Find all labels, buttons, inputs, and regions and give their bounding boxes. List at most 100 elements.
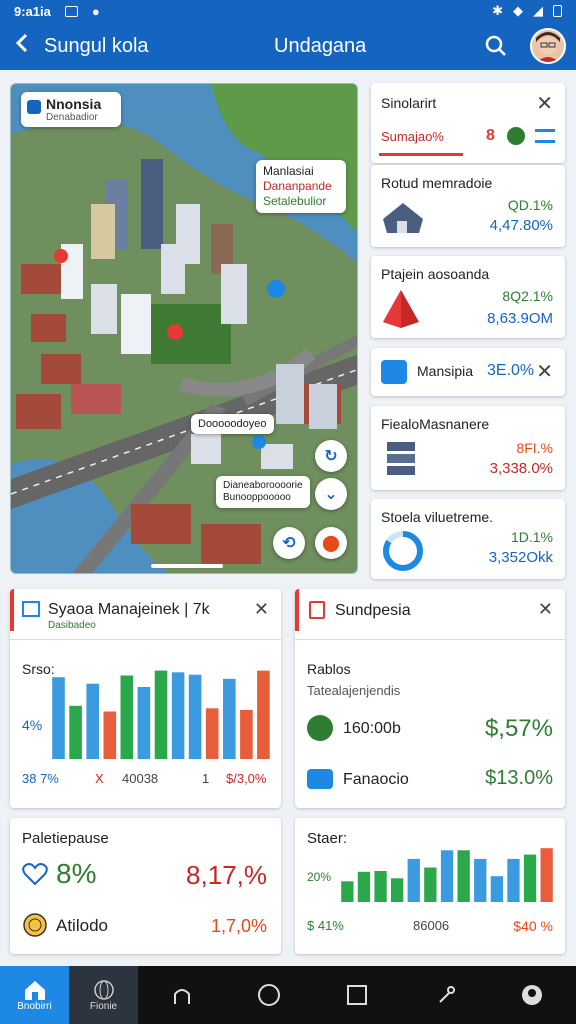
chevron-down-icon: ⌄	[324, 486, 338, 503]
wallet-icon	[307, 769, 333, 789]
chart-bar	[137, 687, 151, 759]
stat-card-2[interactable]: Ptajein aosoanda 8Q2.1% 8,63.9OM	[371, 256, 565, 338]
location-badge-icon	[381, 360, 407, 384]
status-bar: 9:a1ia ● ✱ ◆ ◢	[0, 0, 576, 22]
close-icon[interactable]: ✕	[536, 91, 553, 116]
chart-bar	[523, 854, 537, 902]
close-icon[interactable]: ✕	[538, 599, 553, 620]
circle-icon	[258, 984, 281, 1006]
close-icon[interactable]: ✕	[536, 359, 553, 384]
chart-bar	[391, 878, 404, 902]
nav-profile[interactable]	[488, 966, 576, 1024]
panel-icon	[22, 601, 40, 617]
map-rotate-button[interactable]: ⟲	[273, 527, 305, 559]
donut-chart-icon	[383, 531, 423, 571]
summary-card: Sinolarirt ✕ Sumajao% 8	[371, 83, 565, 163]
tab-underline	[379, 153, 463, 156]
page-subtitle: Undagana	[274, 34, 367, 57]
chart-bar	[374, 871, 387, 902]
pyramid-icon	[383, 290, 419, 328]
palette-panel: Paletiepause 8% 8,17,% Atilodo 1,7,0%	[10, 818, 281, 954]
city-map[interactable]: Nnonsia Denabadior Manlasiai Dananpande …	[10, 83, 358, 574]
map-callout[interactable]: Manlasiai Dananpande Setalebulior	[256, 160, 346, 213]
chart-bar	[457, 850, 470, 902]
sundpesia-panel: Sundpesia ✕ Rablos Tatealajenjendis 160:…	[295, 589, 565, 808]
square-icon	[346, 985, 367, 1005]
wifi-icon: ◆	[513, 3, 523, 18]
chevron-left-icon	[15, 33, 28, 53]
chart-bar	[223, 678, 236, 759]
recents-button[interactable]	[313, 966, 401, 1024]
chart-bar	[103, 711, 117, 759]
profile-icon	[522, 985, 543, 1005]
map-direction-button[interactable]: ⌄	[315, 478, 347, 510]
close-icon[interactable]: ✕	[254, 599, 269, 620]
stat-card-3[interactable]: Mansipia 3E.0% ✕	[371, 348, 565, 396]
chart-bar	[474, 858, 487, 902]
panel-title: Paletiepause	[22, 830, 109, 847]
signal-icon: ◢	[533, 3, 543, 18]
home-system-button[interactable]	[226, 966, 314, 1024]
map-place-label[interactable]: Dooooodoyeo	[191, 414, 274, 434]
menu-icon[interactable]	[535, 129, 555, 143]
battery-icon	[553, 5, 562, 17]
chart-bar	[52, 677, 65, 759]
bar-chart-right	[341, 848, 553, 902]
chart-bar	[440, 850, 454, 902]
location-icon: ●	[91, 3, 100, 19]
bookmark-icon	[309, 601, 325, 619]
stat-card-5[interactable]: Stoela viluetreme. 1D.1% 3,352Okk	[371, 499, 565, 579]
chart-bar	[257, 670, 270, 759]
nav-globe[interactable]: Fionie	[69, 966, 138, 1024]
alert-icon[interactable]: 8	[486, 127, 495, 145]
panel-title: Syaoa Manajeinek | 7k	[48, 601, 210, 618]
layers-icon: ⬤	[322, 535, 340, 552]
nav-arch[interactable]	[138, 966, 226, 1024]
home-icon	[24, 980, 45, 1000]
map-layers-button[interactable]: ⬤	[315, 527, 347, 559]
pin-icon	[438, 986, 455, 1003]
shield-icon	[27, 100, 41, 114]
panel-title: Sundpesia	[335, 602, 411, 619]
coin-icon	[23, 913, 47, 937]
heart-icon	[22, 863, 48, 886]
stat-card-4[interactable]: FiealoMasnanere 8FI.% 3,338.0%	[371, 406, 565, 490]
map-refresh-button[interactable]: ↻	[315, 440, 347, 472]
chart-bar	[240, 709, 253, 759]
status-icon[interactable]	[507, 127, 525, 145]
panel-title: Staer:	[307, 830, 348, 847]
map-place-label-lower[interactable]: Dianeaboroooorie Bunooppooooo	[216, 476, 310, 508]
back-button[interactable]	[0, 32, 44, 60]
clock: 9:a1ia	[14, 3, 51, 19]
bottom-nav: Bnobirri Fionie	[0, 966, 576, 1024]
chart-bar	[540, 848, 553, 902]
chart-bar	[357, 871, 371, 902]
chart-bar	[120, 675, 134, 759]
chart-bar	[205, 708, 219, 759]
stat-card-1[interactable]: Rotud memradoie QD.1% 4,47.80%	[371, 165, 565, 247]
arch-icon	[173, 989, 190, 1004]
app-bar: Sungul kola Undagana	[0, 22, 576, 70]
bar-chart-left	[52, 670, 270, 759]
server-stack-icon	[387, 442, 415, 475]
page-title: Sungul kola	[44, 34, 149, 57]
tab-summary[interactable]: Sumajao%	[381, 129, 444, 144]
notification-icon	[64, 5, 78, 17]
chart-bar	[171, 672, 185, 759]
search-icon[interactable]	[484, 34, 508, 58]
chart-bar	[424, 867, 437, 902]
nav-home[interactable]: Bnobirri	[0, 966, 69, 1024]
leaf-icon	[307, 715, 333, 741]
chart-bar	[407, 858, 420, 902]
system-panel: Syaoa Manajeinek | 7k Dasibadeo ✕ Srso: …	[10, 589, 281, 808]
chart-bar	[86, 683, 99, 759]
card-title: Sinolarirt	[381, 95, 437, 111]
refresh-icon: ↻	[324, 448, 338, 465]
map-info-label[interactable]: Nnonsia Denabadior	[21, 92, 121, 127]
chart-bar	[188, 674, 202, 759]
avatar[interactable]	[530, 28, 566, 64]
map-handle[interactable]	[151, 564, 223, 568]
chart-bar	[154, 670, 168, 759]
house-icon	[383, 203, 423, 233]
nav-pin[interactable]	[401, 966, 489, 1024]
